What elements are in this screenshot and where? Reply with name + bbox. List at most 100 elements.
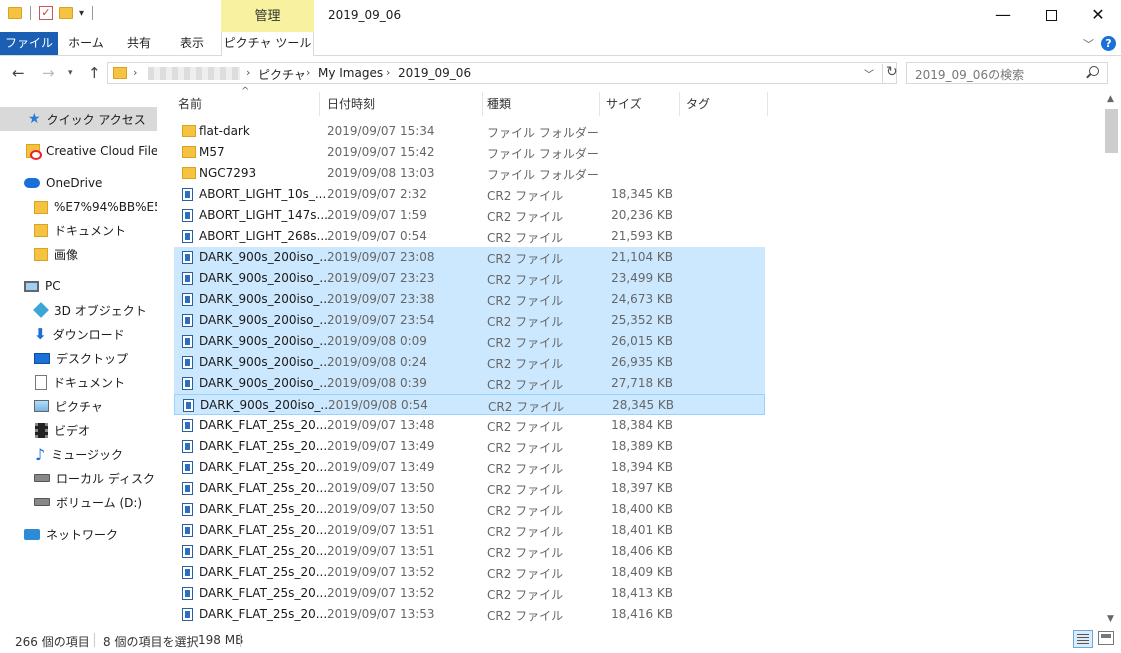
sidebar-item-network[interactable]: ネットワーク [0, 522, 157, 546]
sidebar-item-videos[interactable]: ビデオ [0, 418, 157, 442]
file-type: CR2 ファイル [487, 441, 564, 455]
file-name: DARK_FLAT_25s_20... [199, 523, 328, 537]
column-header-name[interactable]: 名前 [174, 92, 320, 116]
sidebar-item-creative-cloud[interactable]: Creative Cloud Files [0, 139, 157, 163]
sidebar-item-documents[interactable]: ドキュメント [0, 370, 157, 394]
address-dropdown-icon[interactable]: ﹀ [864, 66, 874, 81]
sidebar-item-volume-d[interactable]: ボリューム (D:) [0, 490, 157, 514]
chevron-right-icon[interactable]: › [386, 66, 390, 79]
file-name: DARK_FLAT_25s_20... [199, 418, 328, 432]
tab-home[interactable]: ホーム [60, 32, 112, 55]
breadcrumb-pictures[interactable]: ピクチャ [258, 66, 306, 83]
drive-icon [34, 474, 50, 482]
file-row[interactable]: DARK_FLAT_25s_20... 2019/09/07 13:48 CR2 フ… [174, 415, 765, 436]
column-header-tags[interactable]: タグ [682, 92, 768, 116]
customize-toolbar-icon[interactable]: ▾ [79, 8, 84, 19]
column-header-date[interactable]: 日付時刻 [323, 92, 483, 116]
breadcrumb-current-folder[interactable]: 2019_09_06 [398, 66, 471, 80]
recent-locations-icon[interactable]: ▾ [68, 68, 73, 78]
back-button[interactable]: ← [12, 64, 25, 82]
file-date: 2019/09/07 0:54 [327, 229, 427, 243]
chevron-right-icon[interactable]: › [133, 66, 137, 79]
sidebar-item-label: OneDrive [46, 176, 103, 190]
file-type: CR2 ファイル [487, 483, 564, 497]
folder-icon[interactable] [8, 7, 22, 19]
sidebar-item-pc[interactable]: PC [0, 274, 157, 298]
file-row[interactable]: DARK_FLAT_25s_20... 2019/09/07 13:52 CR2 フ… [174, 583, 765, 604]
chevron-right-icon[interactable]: › [246, 66, 250, 79]
scroll-down-icon[interactable]: ▼ [1107, 614, 1114, 624]
file-row[interactable]: DARK_FLAT_25s_20... 2019/09/07 13:49 CR2 フ… [174, 436, 765, 457]
file-row[interactable]: ABORT_LIGHT_147s... 2019/09/07 1:59 CR2 ファ… [174, 205, 765, 226]
file-row[interactable]: DARK_900s_200iso_... 2019/09/08 0:24 CR2 フ… [174, 352, 765, 373]
help-icon[interactable]: ? [1101, 36, 1116, 51]
sidebar-item-onedrive-images[interactable]: 画像 [0, 242, 157, 266]
file-row[interactable]: DARK_FLAT_25s_20... 2019/09/07 13:52 CR2 フ… [174, 562, 765, 583]
redacted-path [148, 67, 240, 80]
address-bar[interactable]: › › ピクチャ › My Images › 2019_09_06 ﹀ ↻ [107, 62, 898, 84]
image-file-icon [182, 188, 193, 201]
expand-ribbon-icon[interactable]: ﹀ [1083, 36, 1094, 52]
sidebar-item-desktop[interactable]: デスクトップ [0, 346, 157, 370]
tab-view[interactable]: 表示 [168, 32, 216, 55]
vertical-scrollbar[interactable]: ▲ ▼ [1103, 92, 1120, 626]
pictures-icon [34, 400, 49, 412]
minimize-button[interactable]: — [980, 0, 1026, 32]
folder-row[interactable]: M57 2019/09/07 15:42 ファイル フォルダー [174, 142, 765, 163]
sidebar-item-downloads[interactable]: ⬇ ダウンロード [0, 322, 157, 346]
file-row[interactable]: DARK_FLAT_25s_20... 2019/09/07 13:50 CR2 フ… [174, 499, 765, 520]
file-name: DARK_FLAT_25s_20... [199, 586, 328, 600]
sidebar-item-label: ビデオ [54, 423, 91, 438]
file-row[interactable]: DARK_FLAT_25s_20... 2019/09/07 13:51 CR2 フ… [174, 520, 765, 541]
column-header-size[interactable]: サイズ [602, 92, 680, 116]
sidebar-item-onedrive[interactable]: OneDrive [0, 171, 157, 195]
file-row[interactable]: DARK_900s_200iso_... 2019/09/07 23:38 CR2 … [174, 289, 765, 310]
sidebar-item-onedrive-folder[interactable]: %E7%94%BB%E5%8 [0, 195, 157, 219]
sidebar-item-onedrive-documents[interactable]: ドキュメント [0, 218, 157, 242]
sidebar-item-pictures[interactable]: ピクチャ [0, 394, 157, 418]
file-row[interactable]: DARK_900s_200iso_... 2019/09/08 0:39 CR2 フ… [174, 373, 765, 394]
maximize-button[interactable] [1028, 0, 1074, 32]
file-row[interactable]: DARK_900s_200iso_... 2019/09/07 23:23 CR2 … [174, 268, 765, 289]
breadcrumb-my-images[interactable]: My Images [318, 66, 383, 80]
file-row[interactable]: DARK_900s_200iso_... 2019/09/07 23:08 CR2 … [174, 247, 765, 268]
file-row[interactable]: DARK_900s_200iso_... 2019/09/07 23:54 CR2 … [174, 310, 765, 331]
tab-share[interactable]: 共有 [115, 32, 163, 55]
scroll-thumb[interactable] [1105, 109, 1118, 153]
file-row[interactable]: ABORT_LIGHT_10s_... 2019/09/07 2:32 CR2 ファ… [174, 184, 765, 205]
folder-row[interactable]: NGC7293 2019/09/08 13:03 ファイル フォルダー [174, 163, 765, 184]
tab-picture-tools[interactable]: ピクチャ ツール [221, 32, 314, 56]
up-button[interactable]: ↑ [88, 64, 101, 82]
sidebar-item-3d-objects[interactable]: 3D オブジェクト [0, 298, 157, 322]
sidebar-item-local-disk-c[interactable]: ローカル ディスク (C:) [0, 466, 157, 490]
file-row[interactable]: DARK_900s_200iso_... 2019/09/08 0:54 CR2 フ… [174, 394, 765, 415]
file-row[interactable]: DARK_FLAT_25s_20... 2019/09/07 13:49 CR2 フ… [174, 457, 765, 478]
close-button[interactable]: ✕ [1075, 0, 1121, 32]
file-row[interactable]: ABORT_LIGHT_268s... 2019/09/07 0:54 CR2 ファ… [174, 226, 765, 247]
chevron-right-icon[interactable]: › [306, 66, 310, 79]
details-view-icon[interactable] [1073, 630, 1093, 648]
sidebar-item-music[interactable]: ♪ ミュージック [0, 442, 157, 466]
image-file-icon [182, 209, 193, 222]
search-input[interactable]: 2019_09_06の検索 [906, 62, 1108, 84]
file-row[interactable]: DARK_FLAT_25s_20... 2019/09/07 13:51 CR2 フ… [174, 541, 765, 562]
new-folder-icon[interactable] [59, 7, 73, 19]
file-type: CR2 ファイル [487, 336, 564, 350]
file-row[interactable]: DARK_FLAT_25s_20... 2019/09/07 13:50 CR2 フ… [174, 478, 765, 499]
file-date: 2019/09/07 13:51 [327, 523, 435, 537]
properties-icon[interactable]: ✓ [39, 6, 53, 20]
folder-row[interactable]: flat-dark 2019/09/07 15:34 ファイル フォルダー [174, 121, 765, 142]
refresh-icon[interactable]: ↻ [882, 64, 898, 84]
title-bar: ✓ ▾ 管理 2019_09_06 — ✕ [0, 0, 1121, 32]
large-icons-view-icon[interactable] [1098, 631, 1114, 645]
tab-file[interactable]: ファイル [0, 32, 58, 55]
scroll-up-icon[interactable]: ▲ [1107, 94, 1114, 104]
ribbon: ファイル ホーム 共有 表示 ピクチャ ツール ﹀ ? [0, 32, 1121, 56]
column-header-type[interactable]: 種類 [483, 92, 600, 116]
sidebar-item-quick-access[interactable]: ★ クイック アクセス [0, 107, 157, 131]
file-row[interactable]: DARK_900s_200iso_... 2019/09/08 0:09 CR2 フ… [174, 331, 765, 352]
forward-button[interactable]: → [42, 64, 55, 82]
file-type: CR2 ファイル [488, 400, 565, 414]
file-row[interactable]: DARK_FLAT_25s_20... 2019/09/07 13:53 CR2 フ… [174, 604, 765, 625]
file-date: 2019/09/07 13:52 [327, 565, 435, 579]
